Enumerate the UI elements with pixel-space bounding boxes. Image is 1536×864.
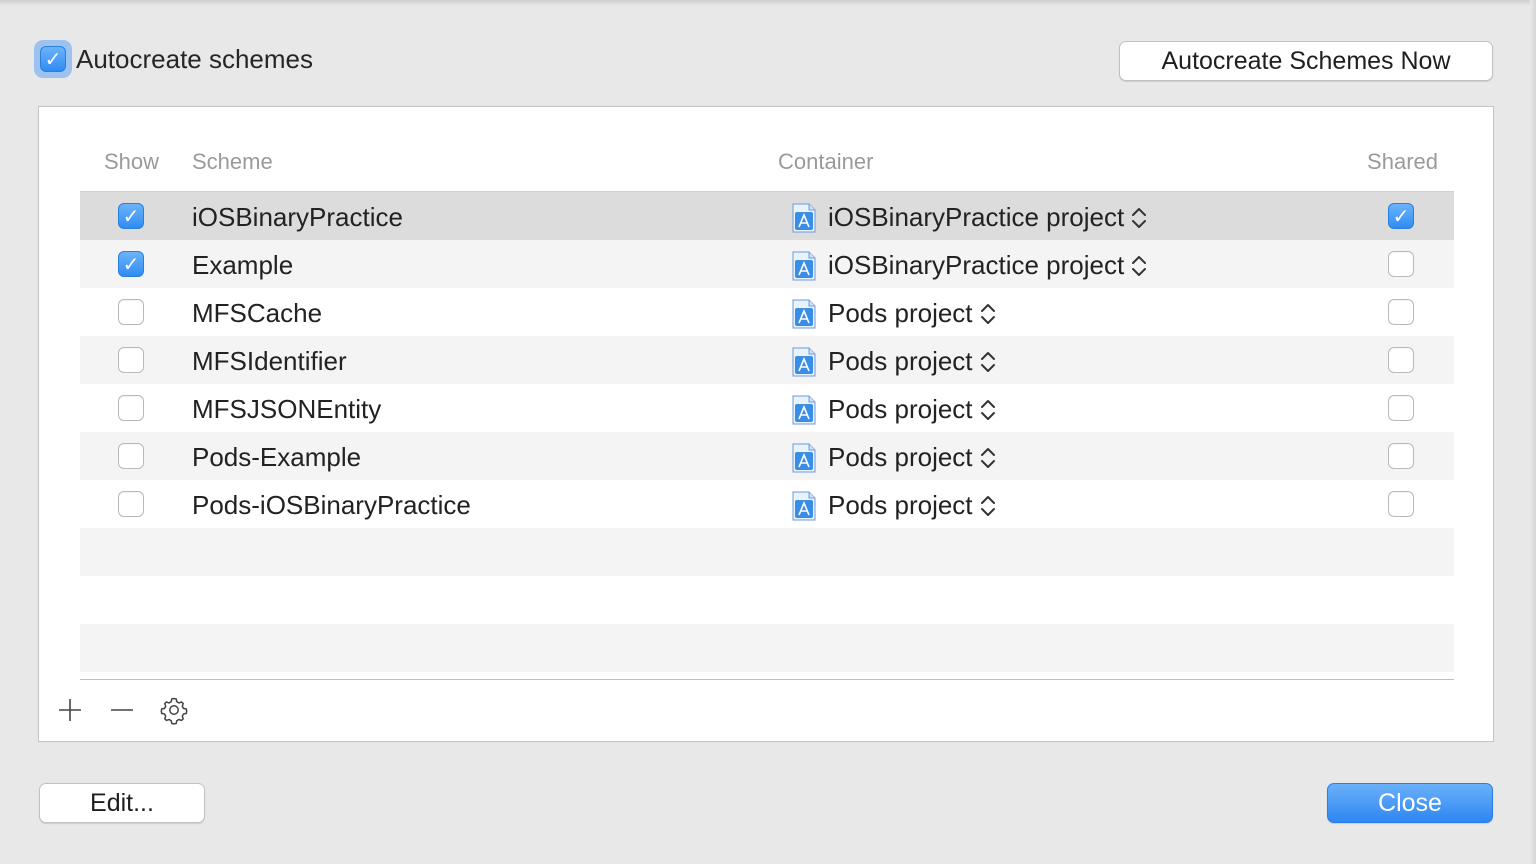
schemes-panel: Show Scheme Container Shared ✓ iOSBinaryP… (38, 106, 1494, 742)
close-button[interactable]: Close (1327, 783, 1493, 823)
gear-icon[interactable] (159, 695, 189, 725)
column-header-shared[interactable]: Shared (1367, 149, 1438, 175)
container-popup[interactable]: Pods project (792, 298, 997, 329)
minus-icon[interactable] (107, 695, 137, 725)
column-header-container[interactable]: Container (778, 149, 873, 175)
container-label: Pods project (828, 346, 973, 376)
popup-stepper-icon (980, 399, 995, 420)
window-top-shadow (0, 0, 1536, 6)
table-body: ✓ iOSBinaryPractice iOSBinaryPractice proj… (80, 192, 1454, 528)
schemes-table: Show Scheme Container Shared ✓ iOSBinaryP… (80, 137, 1454, 672)
container-label: Pods project (828, 442, 973, 472)
show-checkbox[interactable] (118, 347, 144, 373)
xcode-project-icon (792, 395, 816, 424)
popup-stepper-icon (1132, 255, 1147, 276)
shared-checkbox[interactable] (1388, 443, 1414, 469)
xcode-project-icon (792, 347, 816, 376)
xcode-project-icon (792, 491, 816, 520)
plus-icon[interactable] (55, 695, 85, 725)
shared-checkbox[interactable] (1388, 395, 1414, 421)
popup-stepper-icon (980, 351, 995, 372)
table-row[interactable]: MFSJSONEntity Pods project (80, 384, 1454, 432)
xcode-project-icon (792, 203, 816, 232)
checkbox-focus-ring: ✓ (34, 40, 72, 78)
table-bottom-divider (80, 679, 1454, 680)
popup-stepper-icon (1132, 207, 1147, 228)
container-popup[interactable]: Pods project (792, 490, 997, 521)
table-row[interactable]: MFSIdentifier Pods project (80, 336, 1454, 384)
checkmark-icon: ✓ (122, 204, 140, 228)
container-label: Pods project (828, 490, 973, 520)
scheme-name: Pods-iOSBinaryPractice (192, 490, 471, 520)
container-popup[interactable]: iOSBinaryPractice project (792, 202, 1148, 233)
checkmark-icon: ✓ (44, 47, 62, 71)
container-label: iOSBinaryPractice project (828, 202, 1125, 232)
autocreate-schemes-label: Autocreate schemes (76, 43, 314, 74)
column-header-scheme[interactable]: Scheme (192, 149, 273, 175)
container-popup[interactable]: Pods project (792, 442, 997, 473)
table-row[interactable]: ✓ iOSBinaryPractice iOSBinaryPractice proj… (80, 192, 1454, 240)
table-header: Show Scheme Container Shared (80, 137, 1454, 192)
container-popup[interactable]: Pods project (792, 394, 997, 425)
show-checkbox[interactable]: ✓ (118, 251, 144, 277)
empty-row (80, 528, 1454, 576)
scheme-name: iOSBinaryPractice (192, 202, 403, 232)
shared-checkbox[interactable] (1388, 491, 1414, 517)
table-row[interactable]: ✓ Example iOSBinaryPractice project (80, 240, 1454, 288)
autocreate-checkbox-box[interactable]: ✓ (40, 46, 66, 72)
scheme-name: Example (192, 250, 294, 280)
checkmark-icon: ✓ (122, 252, 140, 276)
checkmark-icon: ✓ (1392, 204, 1410, 228)
xcode-project-icon (792, 299, 816, 328)
empty-row (80, 576, 1454, 624)
container-label: Pods project (828, 298, 973, 328)
container-label: iOSBinaryPractice project (828, 250, 1125, 280)
scheme-name: Pods-Example (192, 442, 362, 472)
popup-stepper-icon (980, 447, 995, 468)
scheme-name: MFSIdentifier (192, 346, 347, 376)
show-checkbox[interactable]: ✓ (118, 203, 144, 229)
show-checkbox[interactable] (118, 395, 144, 421)
shared-checkbox[interactable] (1388, 251, 1414, 277)
container-label: Pods project (828, 394, 973, 424)
popup-stepper-icon (980, 303, 995, 324)
scheme-name: MFSCache (192, 298, 323, 328)
autocreate-schemes-now-button[interactable]: Autocreate Schemes Now (1119, 41, 1493, 81)
popup-stepper-icon (980, 495, 995, 516)
container-popup[interactable]: Pods project (792, 346, 997, 377)
column-header-show[interactable]: Show (104, 149, 159, 175)
autocreate-schemes-checkbox[interactable]: ✓ Autocreate schemes (34, 40, 313, 78)
window-right-edge (1530, 0, 1536, 864)
xcode-project-icon (792, 443, 816, 472)
show-checkbox[interactable] (118, 491, 144, 517)
container-popup[interactable]: iOSBinaryPractice project (792, 250, 1148, 281)
xcode-project-icon (792, 251, 816, 280)
table-row[interactable]: Pods-iOSBinaryPractice Pods project (80, 480, 1454, 528)
empty-row (80, 624, 1454, 672)
shared-checkbox[interactable] (1388, 299, 1414, 325)
show-checkbox[interactable] (118, 299, 144, 325)
shared-checkbox[interactable] (1388, 347, 1414, 373)
show-checkbox[interactable] (118, 443, 144, 469)
table-row[interactable]: Pods-Example Pods project (80, 432, 1454, 480)
shared-checkbox[interactable]: ✓ (1388, 203, 1414, 229)
table-row[interactable]: MFSCache Pods project (80, 288, 1454, 336)
scheme-name: MFSJSONEntity (192, 394, 382, 424)
edit-button[interactable]: Edit... (39, 783, 205, 823)
